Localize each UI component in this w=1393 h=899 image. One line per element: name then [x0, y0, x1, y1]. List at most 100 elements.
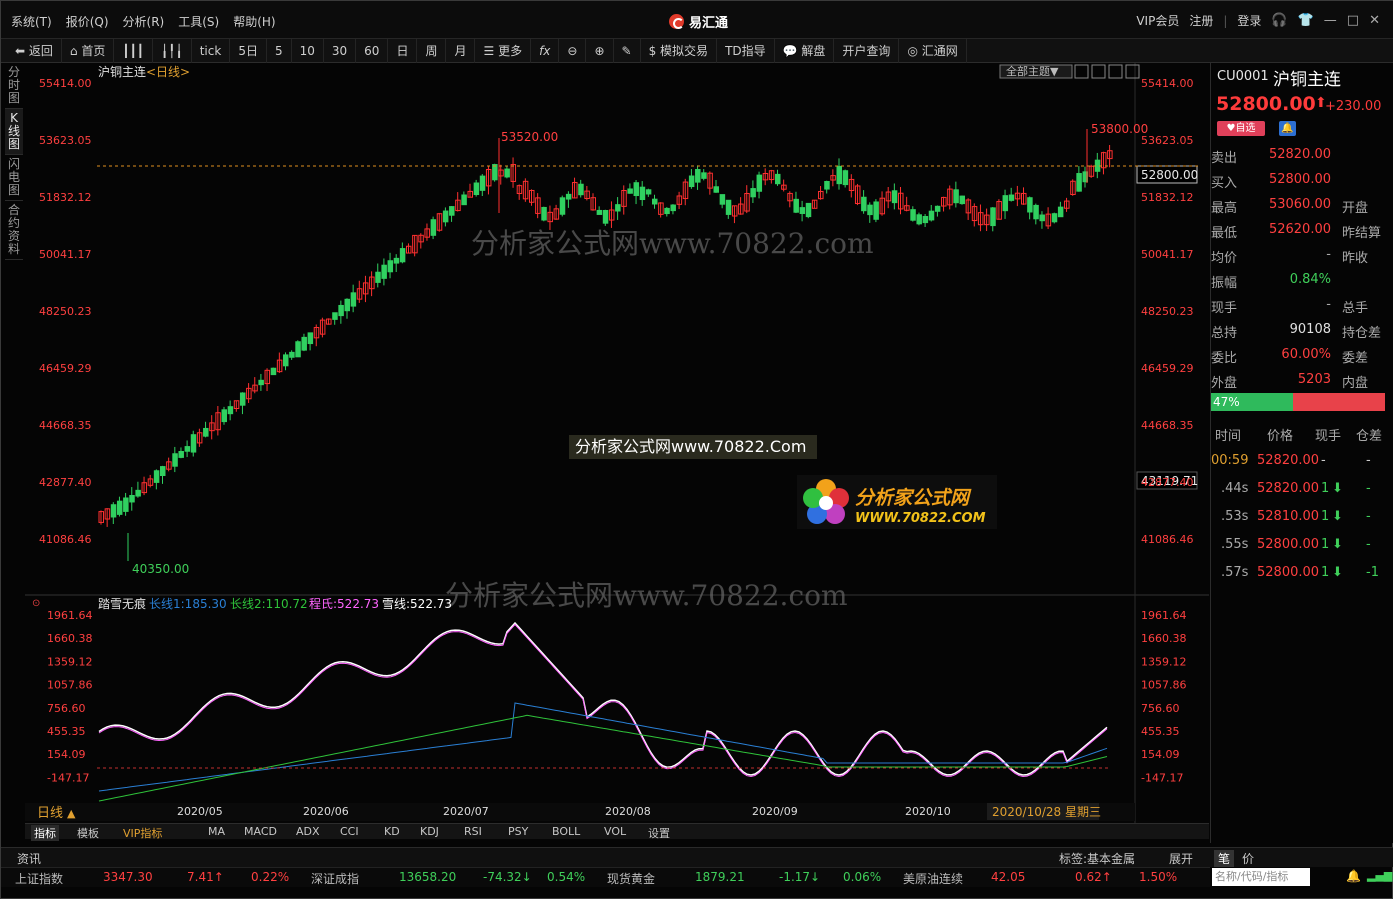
add-favorite-button[interactable]: ♥自选: [1217, 121, 1265, 136]
layout-icon-1[interactable]: [1074, 64, 1089, 79]
quote-value: 52620.00: [1268, 222, 1331, 237]
formula-button[interactable]: fx: [531, 38, 560, 63]
indicator-tab[interactable]: VIP指标: [123, 825, 162, 841]
ticker-value: 1879.21: [695, 870, 745, 884]
period-10min[interactable]: 10: [292, 38, 324, 63]
ticker-change: 7.41↑: [187, 870, 224, 884]
quote-row: 均价 - 昨收: [1211, 243, 1393, 268]
candle-body: [867, 204, 873, 216]
ind-y-tick-left: 756.60: [47, 702, 86, 715]
up-arrow-icon[interactable]: ▲: [67, 807, 76, 820]
indicator-tab[interactable]: PSY: [508, 825, 528, 838]
home-button[interactable]: ⌂ 首页: [62, 38, 115, 63]
indicator-tab[interactable]: ADX: [296, 825, 320, 838]
menu-quote[interactable]: 报价(Q): [66, 13, 109, 30]
indicator-tab[interactable]: RSI: [464, 825, 482, 838]
candle-body: [756, 174, 763, 192]
layout-icon-4[interactable]: [1125, 64, 1140, 79]
candle-body: [565, 193, 572, 200]
period-month[interactable]: 月: [446, 38, 476, 63]
analysis-button[interactable]: 💬 解盘: [775, 38, 835, 63]
menu-help[interactable]: 帮助(H): [233, 13, 275, 30]
tick-button[interactable]: tick: [192, 38, 231, 63]
ind-y-tick-left: 1961.64: [47, 609, 93, 622]
news-tab[interactable]: 资讯: [17, 850, 41, 867]
login-link[interactable]: 登录: [1237, 12, 1261, 29]
quote-label: 买入: [1211, 176, 1238, 191]
indicator-tab[interactable]: CCI: [340, 825, 359, 838]
minimize-icon[interactable]: —: [1324, 13, 1337, 28]
period-60min[interactable]: 60: [356, 38, 389, 63]
search-input[interactable]: 名称/代码/指标: [1212, 868, 1310, 886]
layout-icon-3[interactable]: [1108, 64, 1123, 79]
zoom-in-icon[interactable]: ⊕: [586, 38, 614, 63]
pen-icon[interactable]: ✎: [614, 38, 641, 63]
high-label: 53520.00: [501, 130, 558, 144]
indicator-tab[interactable]: MA: [208, 825, 225, 838]
maximize-icon[interactable]: □: [1347, 13, 1359, 28]
indicator-tab[interactable]: VOL: [604, 825, 626, 838]
trade-row: .53s 52810.00 1 ⬇ -: [1211, 503, 1393, 531]
candle-body: [627, 188, 633, 194]
candle-body: [461, 194, 467, 206]
candle-body: [953, 189, 959, 204]
ind-y-tick-right: 1359.12: [1141, 655, 1187, 668]
period-5min[interactable]: 5: [267, 38, 292, 63]
indicator-tab[interactable]: 指标: [31, 825, 59, 841]
candle-body: [178, 450, 184, 458]
trade-head-price: 价格: [1267, 429, 1294, 444]
indicator-tab[interactable]: KD: [384, 825, 400, 838]
ticker-percent: 0.06%: [843, 870, 882, 884]
close-icon[interactable]: ✕: [1369, 13, 1380, 28]
fx678-button[interactable]: ◎ 汇通网: [899, 38, 967, 63]
register-link[interactable]: 注册: [1189, 12, 1213, 29]
period-5day[interactable]: 5日: [230, 38, 267, 63]
period-day[interactable]: 日: [388, 38, 418, 63]
snow-line: [98, 621, 1108, 776]
candle-body: [602, 210, 609, 224]
vip-link[interactable]: VIP会员: [1136, 12, 1179, 29]
tab-flash[interactable]: 闪电图: [5, 155, 23, 201]
period-30min[interactable]: 30: [324, 38, 357, 63]
quote-right-label: 持仓差: [1342, 326, 1382, 341]
tab-kline[interactable]: K线图: [5, 109, 23, 155]
ind-y-tick-left: 1359.12: [47, 655, 93, 668]
headset-icon[interactable]: 🎧: [1271, 13, 1287, 28]
menu-analysis[interactable]: 分析(R): [123, 13, 165, 30]
tab-timeshare[interactable]: 分时图: [5, 63, 23, 109]
period-indicator-button[interactable]: 日线: [37, 806, 63, 821]
tab-ticks[interactable]: 笔: [1214, 850, 1235, 867]
indicator-tab[interactable]: BOLL: [552, 825, 580, 838]
candle-icon[interactable]: ╽╿╽: [153, 38, 192, 63]
tab-contract-info[interactable]: 合约资料: [5, 201, 23, 260]
y-tick-left: 50041.17: [39, 248, 92, 261]
indicator-settings-icon[interactable]: ⊙: [32, 598, 40, 609]
trade-time: .44s: [1221, 481, 1249, 496]
bell-notify-icon[interactable]: 🔔: [1346, 869, 1361, 883]
indicator-tab[interactable]: KDJ: [420, 825, 439, 838]
more-button[interactable]: ☰ 更多: [475, 38, 532, 63]
menu-system[interactable]: 系统(T): [11, 13, 52, 30]
layout-icon-2[interactable]: [1091, 64, 1106, 79]
expand-button[interactable]: 展开: [1169, 850, 1193, 867]
menu-tools[interactable]: 工具(S): [178, 13, 219, 30]
shirt-icon[interactable]: 👕: [1298, 13, 1314, 28]
period-week[interactable]: 周: [417, 38, 447, 63]
sim-trade-button[interactable]: $ 模拟交易: [641, 38, 718, 63]
quote-value: 0.84%: [1289, 272, 1331, 287]
indicator-tab[interactable]: 模板: [77, 825, 99, 841]
zoom-out-icon[interactable]: ⊖: [559, 38, 587, 63]
account-query-button[interactable]: 开户查询: [834, 38, 900, 63]
indicator-tab[interactable]: 设置: [648, 825, 670, 841]
back-button[interactable]: ⬅ 返回: [1, 38, 62, 63]
trade-price: 52800.00: [1257, 565, 1320, 580]
tab-prices[interactable]: 价: [1242, 850, 1254, 867]
quote-right-label: 昨收: [1342, 251, 1369, 266]
quote-value: 53060.00: [1268, 197, 1331, 212]
td-guide-button[interactable]: TD指导: [717, 38, 775, 63]
trade-vol: 1: [1321, 537, 1330, 552]
quote-value: 5203: [1297, 372, 1331, 387]
bar-chart-icon[interactable]: ┃┃┃: [114, 38, 154, 63]
bell-icon[interactable]: 🔔: [1279, 121, 1296, 136]
indicator-tab[interactable]: MACD: [244, 825, 277, 838]
